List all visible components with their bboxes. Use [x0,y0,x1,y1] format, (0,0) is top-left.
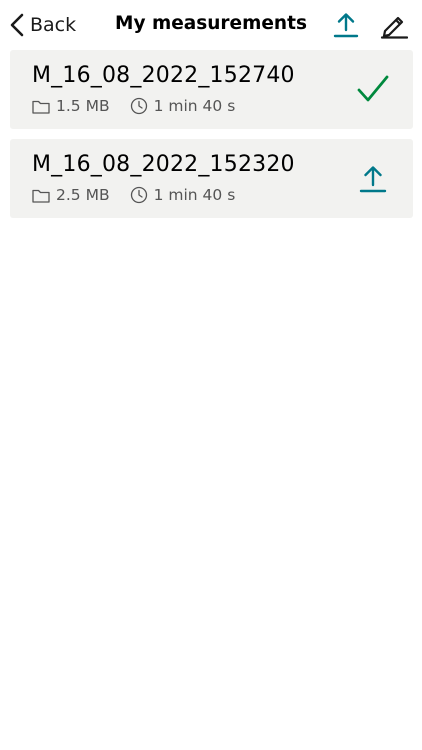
file-size: 1.5 MB [56,97,110,115]
upload-button[interactable] [355,161,391,197]
folder-icon [32,188,50,203]
edit-button[interactable] [380,11,408,39]
duration: 1 min 40 s [153,186,236,204]
file-size: 2.5 MB [56,186,110,204]
page-title: My measurements [115,13,307,34]
chevron-left-icon [10,13,24,37]
measurement-meta: 1.5 MB 1 min 40 s [32,96,235,116]
measurement-meta: 2.5 MB 1 min 40 s [32,185,235,205]
clock-icon [130,97,148,115]
measurement-list: M_16_08_2022_152740 1.5 MB 1 min 40 s M_… [10,50,413,228]
upload-all-button[interactable] [332,11,360,39]
clock-icon [130,186,148,204]
checkmark-icon [355,72,391,108]
back-label: Back [30,14,77,36]
upload-icon [355,161,391,197]
back-button[interactable]: Back [10,12,76,38]
header: Back My measurements [0,0,422,50]
pencil-icon [380,11,408,39]
duration: 1 min 40 s [153,97,236,115]
folder-icon [32,99,50,114]
measurement-name: M_16_08_2022_152320 [32,152,295,177]
measurement-item[interactable]: M_16_08_2022_152320 2.5 MB 1 min 40 s [10,139,413,218]
measurement-item[interactable]: M_16_08_2022_152740 1.5 MB 1 min 40 s [10,50,413,129]
upload-status [355,72,391,108]
upload-icon [332,11,360,39]
measurement-name: M_16_08_2022_152740 [32,63,295,88]
